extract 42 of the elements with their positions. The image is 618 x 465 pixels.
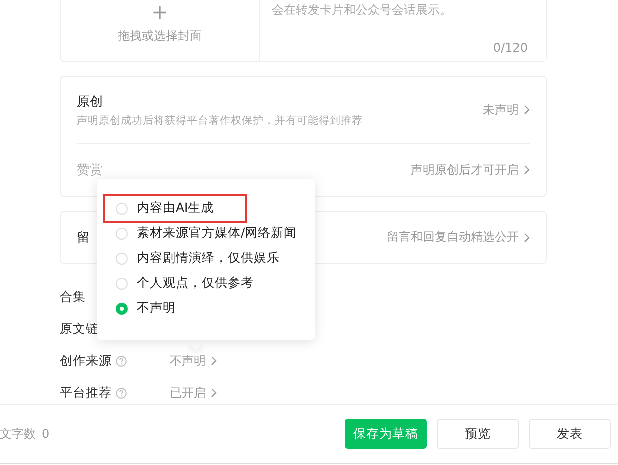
cover-upload[interactable]: + 拖拽或选择封面 bbox=[61, 0, 259, 61]
chevron-icon bbox=[524, 105, 530, 115]
chevron-icon bbox=[524, 232, 530, 242]
radio-option[interactable]: 内容剧情演绎，仅供娱乐 bbox=[105, 246, 315, 271]
option-label: 内容由AI生成 bbox=[137, 200, 214, 217]
plus-icon: + bbox=[152, 2, 168, 22]
character-counter: 0/120 bbox=[493, 41, 528, 55]
option-label: 素材来源官方媒体/网络新闻 bbox=[137, 225, 298, 242]
setting-value-link[interactable]: 未声明 bbox=[483, 102, 530, 118]
radio-option[interactable]: 内容由AI生成 bbox=[105, 196, 245, 221]
setting-value-link[interactable]: 留言和回复自动精选公开 bbox=[387, 229, 530, 246]
form-value-link[interactable]: 已开启 bbox=[170, 384, 217, 402]
action-button[interactable]: 预览 bbox=[437, 419, 519, 449]
radio-button[interactable] bbox=[116, 302, 128, 314]
word-count: 0 bbox=[42, 427, 50, 441]
chevron-icon bbox=[211, 356, 217, 366]
summary-input[interactable]: 会在转发卡片和公众号会话展示。 bbox=[272, 0, 528, 41]
setting-value-link[interactable]: 声明原创后才可开启 bbox=[411, 162, 530, 178]
cover-upload-label: 拖拽或选择封面 bbox=[118, 28, 202, 45]
form-label: 平台推荐 bbox=[60, 384, 112, 402]
radio-option[interactable]: 个人观点，仅供参考 bbox=[105, 271, 315, 296]
chevron-icon bbox=[524, 165, 530, 175]
summary-field[interactable]: 会在转发卡片和公众号会话展示。 0/120 bbox=[259, 0, 546, 61]
option-label: 不声明 bbox=[137, 300, 176, 317]
form-value-link[interactable]: 不声明 bbox=[170, 352, 217, 370]
help-icon[interactable] bbox=[116, 356, 127, 366]
option-label: 个人观点，仅供参考 bbox=[137, 275, 254, 292]
chevron-icon bbox=[211, 388, 217, 398]
setting-title: 赞赏 bbox=[77, 162, 103, 179]
setting-title: 留 bbox=[77, 230, 90, 246]
radio-option[interactable]: 素材来源官方媒体/网络新闻 bbox=[105, 221, 315, 246]
save-draft-button[interactable]: 保存为草稿 bbox=[345, 419, 427, 449]
radio-option[interactable]: 不声明 bbox=[105, 296, 315, 321]
form-label: 原文链 bbox=[60, 320, 99, 338]
help-icon[interactable] bbox=[116, 388, 127, 398]
form-label: 合集 bbox=[60, 288, 86, 306]
setting-title: 原创 bbox=[77, 94, 104, 110]
action-button[interactable]: 发表 bbox=[529, 419, 611, 449]
form-label: 创作来源 bbox=[60, 352, 112, 370]
word-count-label: 文字数 bbox=[0, 426, 36, 442]
option-label: 内容剧情演绎，仅供娱乐 bbox=[137, 250, 280, 267]
setting-description: 声明原创成功后将获得平台著作权保护，并有可能得到推荐 bbox=[77, 114, 363, 128]
